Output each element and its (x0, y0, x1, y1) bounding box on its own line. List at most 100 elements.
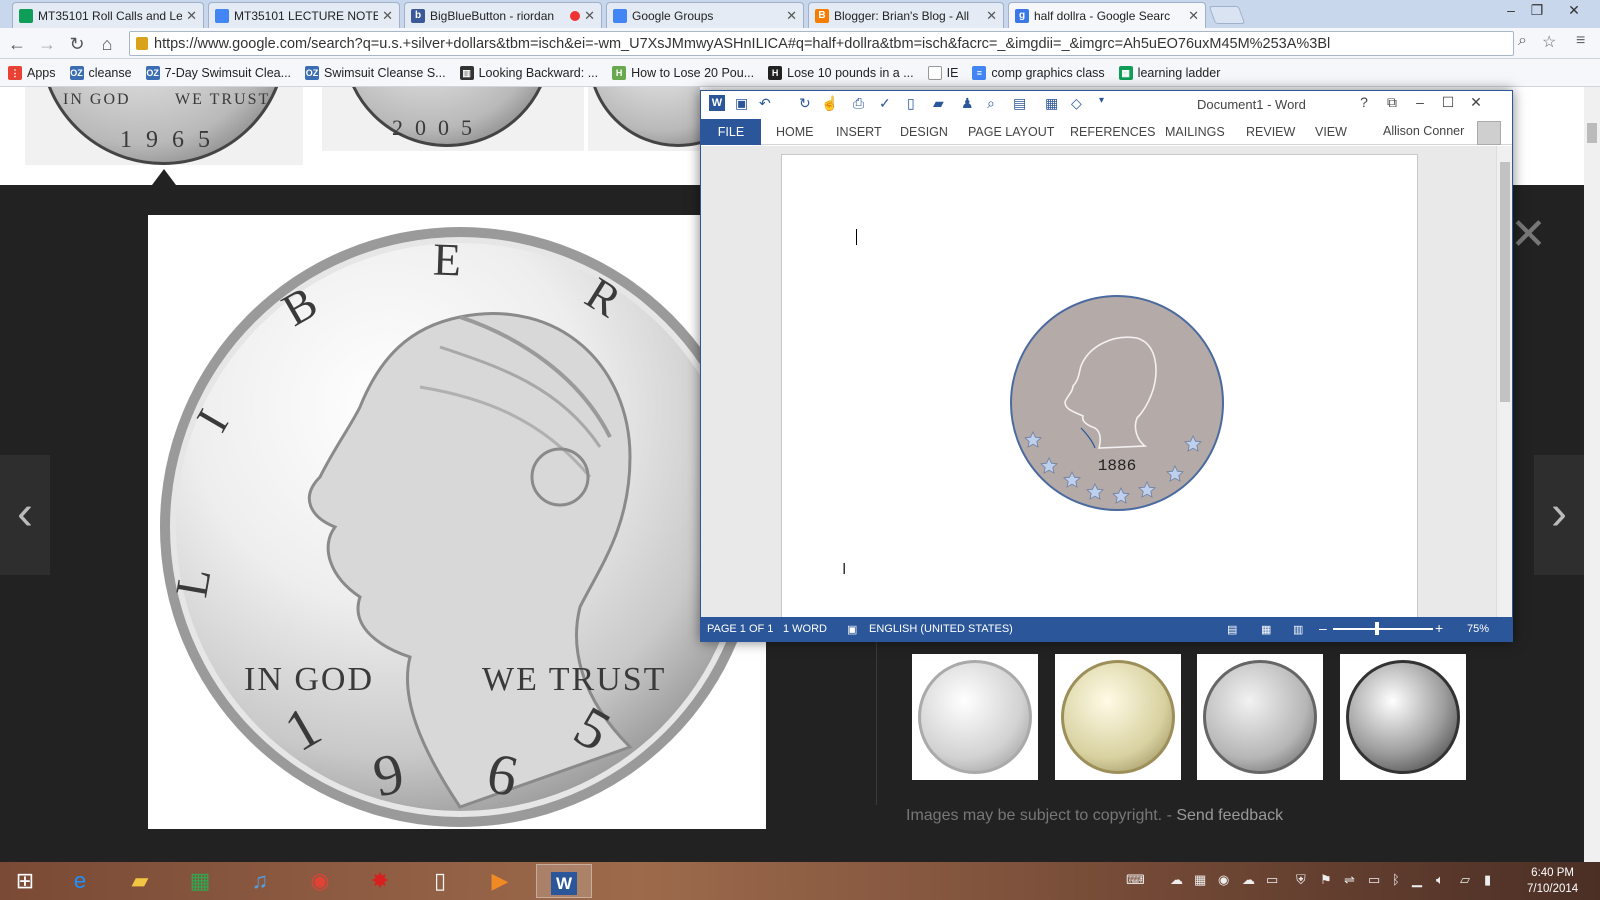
tab-view[interactable]: VIEW (1315, 119, 1347, 145)
word-count[interactable]: 1 WORD (783, 623, 827, 635)
chart-icon[interactable]: ▦ (1045, 95, 1058, 112)
action-center-icon[interactable]: ▱ (1460, 872, 1470, 888)
open-folder-icon[interactable]: ▰ (933, 95, 944, 112)
tab-home[interactable]: HOME (776, 119, 814, 145)
bookmark-comp-graphics[interactable]: ≡ comp graphics class (972, 65, 1105, 80)
address-bar[interactable]: https://www.google.com/search?q=u.s.+sil… (129, 31, 1514, 56)
customize-toolbar-icon[interactable]: ▾ (1099, 95, 1104, 106)
result-thumbnail-selected[interactable]: IN GOD WE TRUST 1965 (25, 87, 303, 165)
minimize-icon[interactable]: – (1498, 2, 1524, 18)
tab-page-layout[interactable]: PAGE LAYOUT (968, 119, 1054, 145)
proofing-icon[interactable]: ▣ (847, 623, 857, 636)
tab-google-groups[interactable]: Google Groups ✕ (606, 2, 804, 28)
document-page[interactable]: 1886 I (781, 154, 1418, 617)
tab-insert[interactable]: INSERT (836, 119, 882, 145)
maximize-icon[interactable]: ☐ (1437, 94, 1459, 111)
home-icon[interactable]: ⌂ (96, 33, 118, 55)
print-layout-icon[interactable]: ▦ (1261, 623, 1271, 636)
tab-file[interactable]: FILE (701, 119, 761, 145)
bookmark-swimsuit-clea[interactable]: OZ 7-Day Swimsuit Clea... (145, 65, 291, 80)
file-explorer-icon[interactable]: ▰ (112, 864, 168, 898)
zoom-slider-thumb[interactable] (1375, 622, 1379, 635)
shapes-icon[interactable]: ◇ (1071, 95, 1082, 112)
new-document-icon[interactable]: ▯ (907, 95, 915, 112)
page-scrollbar[interactable] (1584, 87, 1600, 865)
related-image[interactable] (1340, 654, 1466, 780)
new-tab-button[interactable] (1208, 6, 1246, 24)
touch-mode-icon[interactable]: ☝ (821, 95, 838, 112)
paste-icon[interactable]: ▤ (1013, 95, 1026, 112)
related-image[interactable] (912, 654, 1038, 780)
scrollbar-thumb[interactable] (1500, 162, 1510, 402)
blank-file-icon[interactable]: ▯ (412, 864, 468, 898)
system-clock[interactable]: 6:40 PM 7/10/2014 (1527, 865, 1578, 897)
user-avatar-icon[interactable] (1477, 121, 1501, 145)
tab-blogger[interactable]: B Blogger: Brian's Blog - All ✕ (808, 2, 1004, 28)
windows-start-icon[interactable]: ⊞ (0, 864, 50, 898)
result-thumbnail[interactable]: 2005 (322, 87, 584, 151)
close-icon[interactable]: ✕ (382, 8, 393, 24)
zoom-out-icon[interactable]: – (1319, 620, 1327, 636)
related-image[interactable] (1197, 654, 1323, 780)
word-icon[interactable]: W (536, 864, 592, 898)
back-arrow-icon[interactable]: ← (6, 33, 28, 55)
reload-icon[interactable]: ↻ (66, 33, 88, 55)
tab-roll-calls[interactable]: MT35101 Roll Calls and Le ✕ (12, 2, 204, 28)
bookmark-learning-ladder[interactable]: ▦ learning ladder (1118, 65, 1220, 80)
zoom-in-icon[interactable]: + (1435, 620, 1443, 636)
tab-review[interactable]: REVIEW (1246, 119, 1295, 145)
bookmark-looking-backward[interactable]: ▥ Looking Backward: ... (459, 65, 598, 80)
signal-icon[interactable]: ▁ (1412, 872, 1422, 888)
magnifier-icon[interactable]: ⌕ (1518, 32, 1527, 50)
spelling-icon[interactable]: ✓ (879, 95, 891, 112)
zoom-level[interactable]: 75% (1467, 623, 1489, 635)
zoom-slider[interactable] (1333, 628, 1433, 630)
tab-mailings[interactable]: MAILINGS (1165, 119, 1225, 145)
star-icon[interactable]: ☆ (1542, 32, 1556, 52)
print-preview-icon[interactable]: ⌕ (987, 95, 995, 112)
close-icon[interactable]: ✕ (1465, 94, 1487, 111)
internet-explorer-icon[interactable]: e (52, 864, 108, 898)
url-text[interactable]: https://www.google.com/search?q=u.s.+sil… (154, 36, 1513, 52)
main-coin-image[interactable]: E B R I L IN GOD WE TRUST 1 9 6 5 (148, 215, 766, 829)
find-icon[interactable]: ♟ (961, 95, 974, 112)
account-name[interactable]: Allison Conner (1383, 124, 1464, 138)
bluetooth-icon[interactable]: ᛒ (1392, 872, 1400, 887)
restore-icon[interactable]: ❐ (1524, 2, 1550, 19)
battery-icon[interactable]: ▭ (1368, 872, 1380, 888)
red-app-icon[interactable]: ✸ (352, 864, 408, 898)
web-layout-icon[interactable]: ▥ (1293, 623, 1303, 636)
power-icon[interactable]: ▮ (1484, 872, 1491, 888)
shield-icon[interactable]: ⛨ (1296, 872, 1306, 888)
language[interactable]: ENGLISH (UNITED STATES) (869, 623, 1013, 635)
bookmark-cleanse[interactable]: OZ cleanse (69, 65, 132, 80)
onedrive-icon[interactable]: ☁ (1170, 872, 1183, 888)
scrollbar-thumb[interactable] (1587, 123, 1597, 143)
coin-drawing-shape[interactable]: 1886 (1009, 294, 1225, 512)
bookmark-lose-10[interactable]: H Lose 10 pounds in a ... (768, 65, 914, 80)
bookmark-swimsuit-cleanse[interactable]: OZ Swimsuit Cleanse S... (305, 65, 446, 80)
page-count[interactable]: PAGE 1 OF 1 (707, 623, 773, 635)
chat-icon[interactable]: ▭ (1266, 872, 1278, 888)
bookmark-ie[interactable]: IE (927, 65, 958, 80)
network-icon[interactable]: ▦ (1194, 872, 1206, 888)
chevron-right-icon[interactable]: › (1534, 455, 1584, 575)
close-icon[interactable]: ✕ (186, 8, 197, 24)
result-thumbnail[interactable] (588, 87, 700, 151)
chevron-left-icon[interactable]: ‹ (0, 455, 50, 575)
minimize-icon[interactable]: – (1409, 94, 1431, 110)
chrome-icon[interactable]: ◉ (292, 864, 348, 898)
cloud-icon[interactable]: ☁ (1242, 872, 1255, 888)
keyboard-icon[interactable]: ⌨ (1126, 872, 1145, 888)
read-mode-icon[interactable]: ▤ (1227, 623, 1237, 636)
menu-icon[interactable]: ≡ (1576, 32, 1585, 50)
close-icon[interactable]: ✕ (786, 8, 797, 24)
bookmark-lose-20[interactable]: H How to Lose 20 Pou... (612, 65, 754, 80)
close-icon[interactable]: ✕ (584, 8, 595, 24)
tab-bigbluebutton[interactable]: b BigBlueButton - riordan ✕ (404, 2, 602, 28)
flag-icon[interactable]: ⚑ (1320, 872, 1332, 888)
tab-lecture-notes[interactable]: MT35101 LECTURE NOTES ✕ (208, 2, 400, 28)
close-viewer-icon[interactable]: ✕ (1510, 209, 1547, 260)
tab-design[interactable]: DESIGN (900, 119, 948, 145)
send-feedback-link[interactable]: Send feedback (1176, 807, 1283, 824)
